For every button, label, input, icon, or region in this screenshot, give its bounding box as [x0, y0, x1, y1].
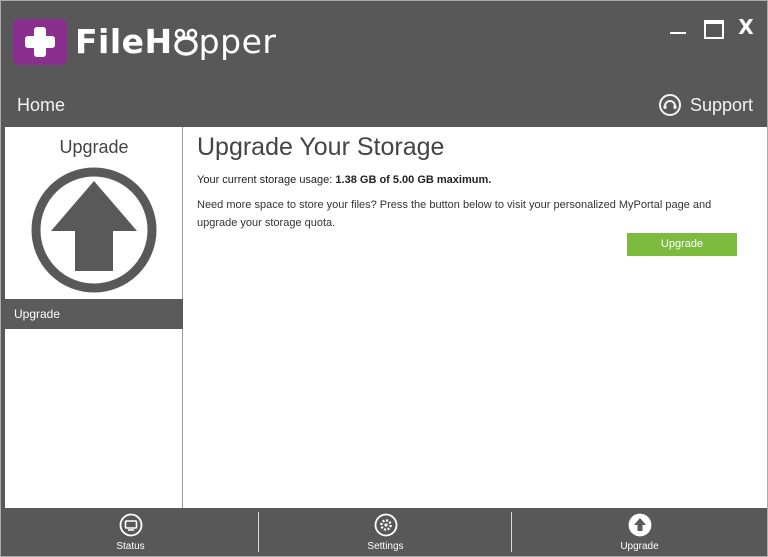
brand-text-part2: pper	[198, 22, 277, 61]
footer-item-upgrade[interactable]: Upgrade	[512, 508, 767, 556]
frog-o-icon	[173, 25, 199, 56]
sidebar-item-upgrade[interactable]: Upgrade	[5, 299, 183, 329]
upgrade-description: Need more space to store your files? Pre…	[197, 199, 712, 229]
footer-label-upgrade: Upgrade	[620, 541, 659, 552]
page-title: Upgrade Your Storage	[197, 133, 445, 161]
brand-logo: FileH pper	[75, 22, 276, 61]
support-label: Support	[689, 94, 753, 115]
upgrade-arrow-icon	[31, 167, 157, 293]
usage-value: 1.38 GB of 5.00 GB maximum.	[335, 174, 492, 186]
usage-prefix: Your current storage usage:	[197, 174, 333, 186]
close-icon[interactable]: X	[735, 16, 757, 38]
sidebar-title: Upgrade	[59, 137, 129, 157]
logo-plus-icon	[13, 19, 67, 65]
maximize-icon[interactable]	[701, 16, 724, 39]
navbar: Home Support	[1, 87, 767, 127]
sidebar: Upgrade Upgrade	[5, 127, 183, 508]
footer-toolbar: Status Settings Upgrade	[1, 508, 767, 556]
window-controls: X	[667, 13, 757, 41]
minimize-icon[interactable]	[667, 16, 689, 38]
nav-support-link[interactable]: Support	[658, 93, 753, 117]
brand-text-part1: FileH	[75, 22, 173, 61]
app-window: FileH pper X Home Support Upgrade Upgrad…	[0, 0, 768, 557]
headset-icon	[658, 94, 681, 116]
footer-label-settings: Settings	[367, 541, 404, 552]
footer-item-settings[interactable]: Settings	[258, 508, 513, 556]
main-panel: Upgrade Your Storage Your current storag…	[183, 127, 767, 508]
footer-label-status: Status	[116, 541, 145, 552]
upload-arrow-icon	[628, 513, 651, 537]
storage-usage: Your current storage usage: 1.38 GB of 5…	[197, 174, 491, 186]
nav-home-link[interactable]: Home	[17, 95, 65, 116]
app-header: FileH pper X	[1, 1, 767, 87]
status-icon	[119, 513, 142, 537]
upgrade-button[interactable]: Upgrade	[627, 233, 737, 256]
gear-icon	[374, 513, 397, 537]
footer-item-status[interactable]: Status	[3, 508, 258, 556]
